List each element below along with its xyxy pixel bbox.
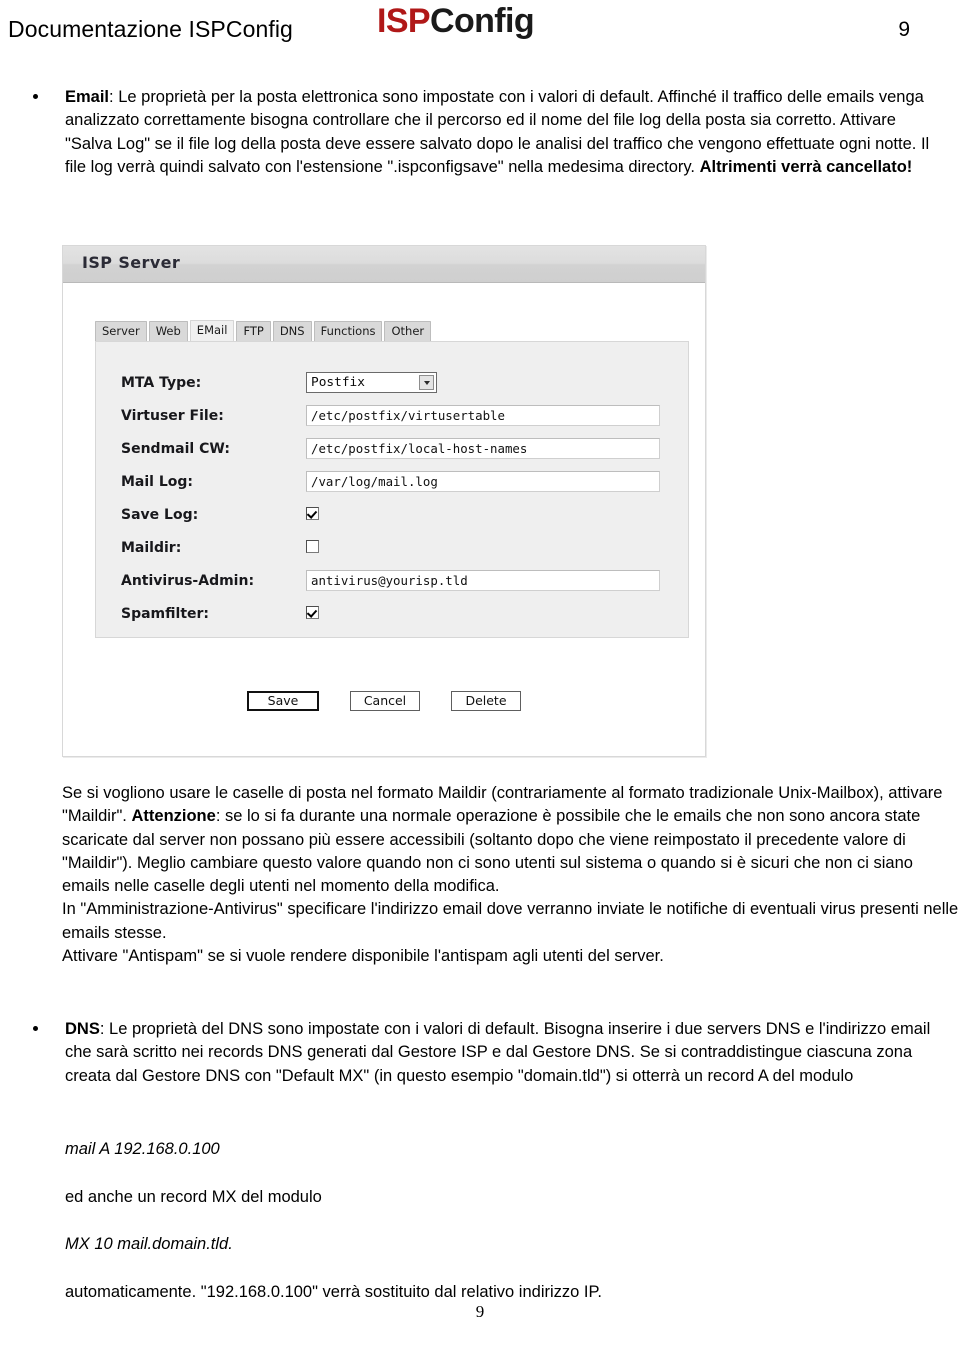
maildir-line1: Se si vogliono usare le caselle di posta…: [62, 784, 774, 802]
dns-bullet-block: DNS: Le proprietà del DNS sono impostate…: [0, 1018, 960, 1088]
isp-server-window-title: ISP Server: [82, 253, 181, 272]
email-lead-label: Email: [65, 88, 110, 106]
maildir-line2b: : se lo si fa durante una normale operaz…: [215, 807, 552, 826]
mta-type-select-value: Postfix: [311, 375, 365, 390]
label-maildir: Maildir:: [121, 540, 182, 556]
tab-web[interactable]: Web: [148, 321, 188, 341]
header-document-title: Documentazione ISPConfig: [8, 16, 293, 42]
email-line5-emphasis: Altrimenti verrà cancellato!: [699, 157, 913, 176]
label-mta-type: MTA Type:: [121, 375, 202, 391]
form-row-sendmail-cw: Sendmail CW: /etc/postfix/local-host-nam…: [96, 436, 688, 469]
label-spamfilter: Spamfilter:: [121, 606, 210, 622]
label-antivirus-admin: Antivirus-Admin:: [121, 573, 255, 589]
label-sendmail-cw: Sendmail CW:: [121, 441, 230, 457]
ispconfig-logo: ISPConfig: [377, 2, 535, 40]
tab-dns[interactable]: DNS: [272, 321, 312, 341]
maildir-paragraph: Se si vogliono usare le caselle di posta…: [62, 782, 960, 898]
tab-other[interactable]: Other: [384, 321, 432, 341]
dns-line1: : Le proprietà del DNS sono impostate co…: [99, 1020, 762, 1038]
form-row-antivirus-admin: Antivirus-Admin: antivirus@yourisp.tld: [96, 568, 688, 601]
email-bullet-block: Email: Le proprietà per la posta elettro…: [0, 86, 960, 179]
maildir-checkbox[interactable]: [306, 540, 319, 553]
antivirus-paragraph: In "Amministrazione-Antivirus" specifica…: [62, 898, 960, 945]
email-paragraph: Email: Le proprietà per la posta elettro…: [65, 86, 942, 179]
chevron-down-icon[interactable]: [419, 375, 434, 390]
field-wrap-mail-log: /var/log/mail.log: [306, 471, 660, 492]
field-wrap-sendmail-cw: /etc/postfix/local-host-names: [306, 438, 660, 459]
field-wrap-antivirus-admin: antivirus@yourisp.tld: [306, 570, 660, 591]
form-row-mail-log: Mail Log: /var/log/mail.log: [96, 469, 688, 502]
isp-server-button-bar: Save Cancel Delete: [63, 691, 705, 711]
form-row-save-log: Save Log:: [96, 502, 688, 535]
spamfilter-checkbox[interactable]: [306, 606, 319, 619]
dns-paragraph: DNS: Le proprietà del DNS sono impostate…: [65, 1018, 942, 1088]
tab-server[interactable]: Server: [95, 321, 147, 341]
closing-text: automaticamente. "192.168.0.100" verrà s…: [65, 1283, 602, 1301]
email-line1: : Le proprietà per la posta elettronica …: [109, 88, 729, 106]
email-line5: con l'estensione ".ispconfigsave" nella …: [264, 157, 700, 176]
dns-lead-label: DNS: [65, 1020, 100, 1038]
maildir-line7: In "Amministrazione-Antivirus" specifica…: [62, 900, 746, 919]
field-wrap-virtuser-file: /etc/postfix/virtusertable: [306, 405, 660, 426]
field-wrap-maildir: [306, 537, 319, 553]
antispam-paragraph: Attivare "Antispam" se si vuole rendere …: [62, 945, 960, 968]
tab-functions[interactable]: Functions: [313, 321, 383, 341]
form-row-maildir: Maildir:: [96, 535, 688, 568]
mta-type-select[interactable]: Postfix: [306, 372, 437, 393]
save-button[interactable]: Save: [247, 691, 319, 711]
maildir-line5: cambiare questo valore quando non ci son…: [190, 853, 869, 872]
header-page-number: 9: [898, 18, 910, 41]
antivirus-admin-input[interactable]: antivirus@yourisp.tld: [306, 570, 660, 591]
bullet-dot-icon: [33, 1026, 38, 1031]
label-save-log: Save Log:: [121, 507, 199, 523]
tab-email[interactable]: EMail: [189, 320, 235, 341]
dns-bullet-inner: DNS: Le proprietà del DNS sono impostate…: [0, 1018, 960, 1088]
delete-button[interactable]: Delete: [451, 691, 521, 711]
logo-isp-text: ISP: [377, 2, 431, 40]
virtuser-file-input[interactable]: /etc/postfix/virtusertable: [306, 405, 660, 426]
form-row-virtuser-file: Virtuser File: /etc/postfix/virtusertabl…: [96, 403, 688, 436]
label-virtuser-file: Virtuser File:: [121, 408, 224, 424]
dns-line4: esempio "domain.tld") si otterrà un reco…: [450, 1066, 854, 1085]
maildir-text-block: Se si vogliono usare le caselle di posta…: [62, 782, 960, 968]
form-row-spamfilter: Spamfilter:: [96, 601, 688, 634]
save-log-checkbox[interactable]: [306, 507, 319, 520]
field-wrap-mta-type: Postfix: [306, 372, 437, 393]
field-wrap-save-log: [306, 504, 319, 520]
isp-server-screenshot: ISP Server Server Web EMail FTP DNS Func…: [62, 245, 706, 757]
a-record-example: mail A 192.168.0.100: [65, 1140, 220, 1158]
isp-server-email-panel: MTA Type: Postfix Virtuser File: /etc/po…: [95, 341, 689, 638]
cancel-button[interactable]: Cancel: [350, 691, 420, 711]
footer-page-number: 9: [475, 1302, 485, 1321]
mail-log-input[interactable]: /var/log/mail.log: [306, 471, 660, 492]
field-wrap-spamfilter: [306, 603, 319, 619]
label-mail-log: Mail Log:: [121, 474, 194, 490]
form-row-mta-type: MTA Type: Postfix: [96, 370, 688, 403]
mx-record-example: MX 10 mail.domain.tld.: [65, 1235, 233, 1253]
isp-server-tabstrip: Server Web EMail FTP DNS Functions Other: [95, 320, 432, 341]
maildir-line9: Attivare "Antispam" se si vuole rendere …: [62, 947, 664, 966]
mx-record-intro-text: ed anche un record MX del modulo: [65, 1188, 322, 1206]
tab-ftp[interactable]: FTP: [236, 321, 271, 341]
sendmail-cw-input[interactable]: /etc/postfix/local-host-names: [306, 438, 660, 459]
maildir-attenzione-emphasis: Attenzione: [131, 807, 216, 826]
logo-config-text: Config: [430, 2, 535, 40]
page-header: Documentazione ISPConfig ISPConfig 9: [0, 0, 960, 62]
bullet-dot-icon: [33, 94, 38, 99]
